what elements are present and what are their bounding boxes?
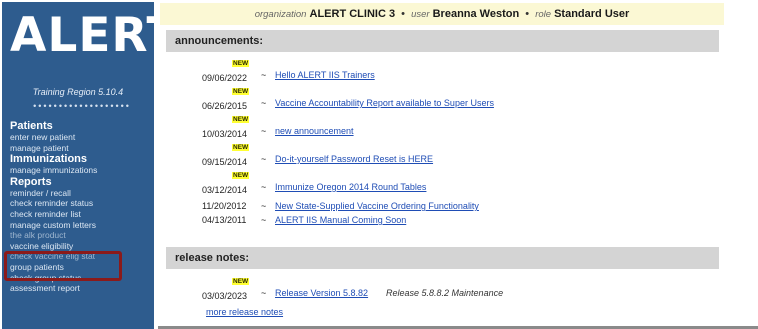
org-label: organization (254, 9, 307, 20)
nav-assessment-report[interactable]: assessment report (10, 283, 152, 294)
nav-alk-product[interactable]: the alk product (10, 230, 152, 241)
nav-reminder-recall[interactable]: reminder / recall (10, 188, 152, 199)
announcements-header: announcements: (166, 30, 719, 52)
release-note-text: Release 5.8.8.2 Maintenance (386, 288, 504, 298)
tilde: ~ (261, 98, 267, 108)
sidebar: ALERT Training Region 5.10.4 •••••••••••… (2, 2, 154, 329)
announcement-date: 09/06/2022 (202, 73, 248, 83)
session-info-bar: organization ALERT CLINIC 3 • user Brean… (160, 3, 724, 25)
nav-section-reports: Reports (10, 175, 52, 188)
release-date: 03/03/2023 (202, 291, 248, 301)
release-notes-header: release notes: (166, 247, 719, 269)
separator: • (401, 8, 405, 20)
role-value: Standard User (554, 8, 630, 20)
role-label: role (535, 9, 552, 20)
announcement-link[interactable]: New State-Supplied Vaccine Ordering Func… (275, 201, 479, 211)
nav-manage-patient[interactable]: manage patient (10, 143, 152, 154)
announcement-date: 09/15/2014 (202, 157, 248, 167)
announcement-link[interactable]: Immunize Oregon 2014 Round Tables (275, 182, 426, 192)
nav-manage-immunizations[interactable]: manage immunizations (10, 165, 152, 176)
separator: • (525, 8, 530, 20)
alert-logo[interactable]: ALERT (10, 6, 154, 66)
announcement-date: 06/26/2015 (202, 101, 248, 111)
release-note-row: NEW 03/03/2023 ~ Release Version 5.8.82 … (200, 276, 700, 304)
announcement-link[interactable]: Do-it-yourself Password Reset is HERE (275, 154, 433, 164)
tilde: ~ (261, 201, 267, 211)
announcement-link[interactable]: new announcement (275, 126, 354, 136)
nav-section-patients: Patients (10, 120, 53, 132)
announcement-date: 04/13/2011 (202, 215, 247, 225)
tilde: ~ (261, 154, 267, 164)
release-version-link[interactable]: Release Version 5.8.82 (275, 288, 368, 298)
nav-enter-new-patient[interactable]: enter new patient (10, 132, 152, 143)
tilde: ~ (261, 182, 267, 192)
region-label: Training Region 5.10.4 (32, 87, 124, 97)
new-badge: NEW (232, 88, 250, 95)
vaccine-eligibility-highlight (4, 251, 122, 281)
new-badge: NEW (232, 60, 250, 67)
dots-divider: ••••••••••••••••••• (33, 101, 131, 111)
nav-check-reminder-status[interactable]: check reminder status (10, 198, 152, 209)
announcement-link[interactable]: Vaccine Accountability Report available … (275, 98, 494, 108)
nav-check-reminder-list[interactable]: check reminder list (10, 209, 152, 220)
more-release-notes-link[interactable]: more release notes (206, 307, 283, 317)
org-value: ALERT CLINIC 3 (309, 8, 396, 20)
new-badge: NEW (232, 278, 250, 285)
tilde: ~ (261, 288, 267, 298)
user-label: user (411, 9, 430, 20)
announcement-date: 03/12/2014 (202, 185, 248, 195)
announcement-date: 11/20/2012 (202, 201, 247, 211)
user-value: Breanna Weston (432, 8, 520, 20)
new-badge: NEW (232, 144, 250, 151)
new-badge: NEW (232, 116, 250, 123)
announcement-link[interactable]: Hello ALERT IIS Trainers (275, 70, 375, 80)
tilde: ~ (261, 126, 267, 136)
announcement-link[interactable]: ALERT IIS Manual Coming Soon (275, 215, 406, 225)
announcement-date: 10/03/2014 (202, 129, 248, 139)
new-badge: NEW (232, 172, 250, 179)
nav-section-immunizations: Immunizations (10, 153, 88, 166)
nav-manage-custom-letters[interactable]: manage custom letters (10, 220, 152, 231)
tilde: ~ (261, 215, 267, 225)
nav-vaccine-eligibility[interactable]: vaccine eligibility (10, 241, 152, 252)
tilde: ~ (261, 70, 267, 80)
